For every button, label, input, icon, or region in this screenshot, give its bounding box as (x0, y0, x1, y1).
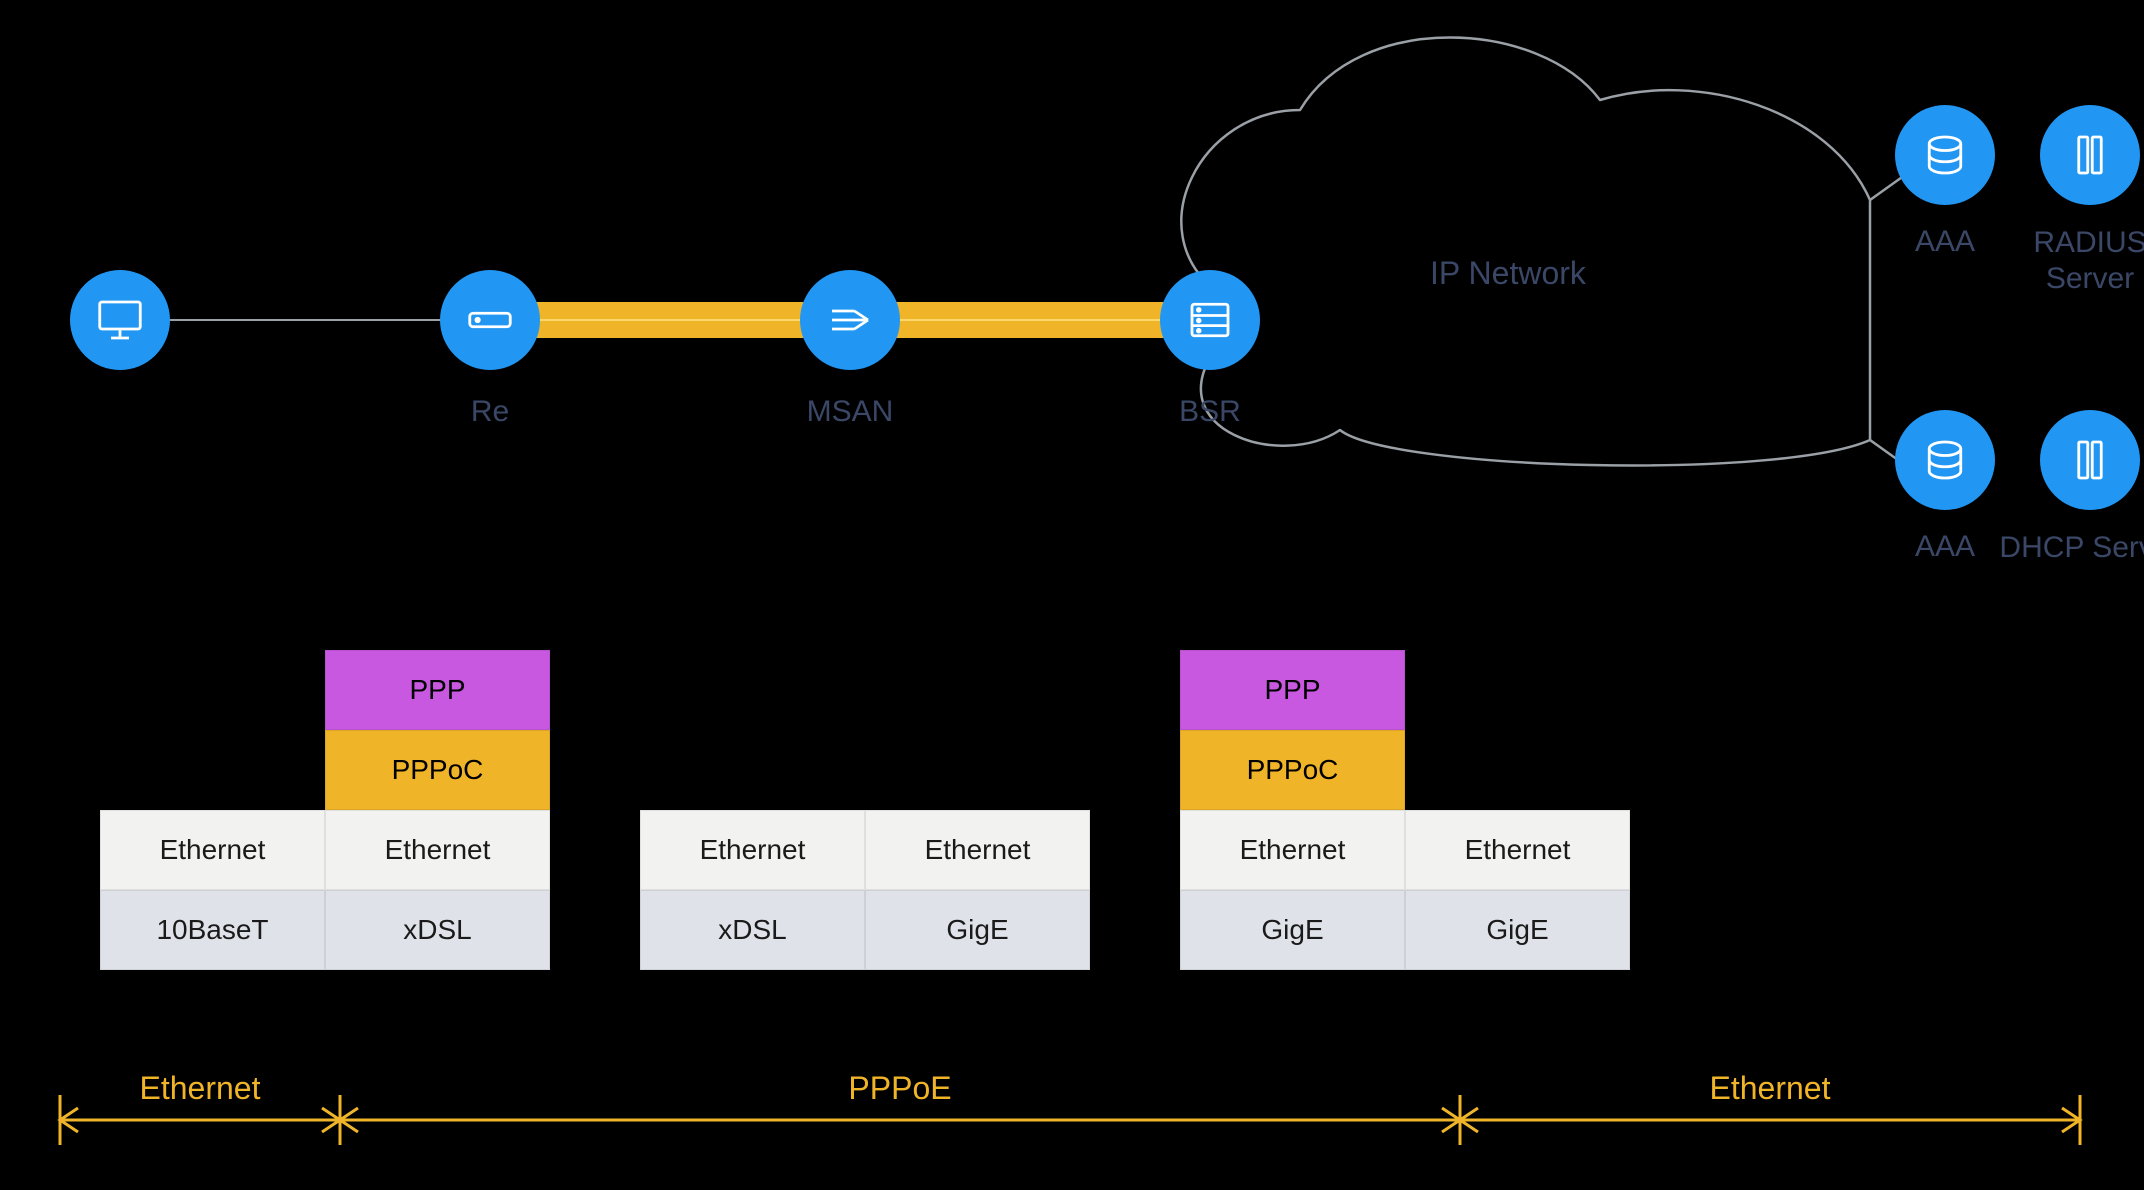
server-aaa-top (1895, 105, 1995, 205)
rack-icon (2063, 433, 2117, 487)
stack-cell: xDSL (325, 890, 550, 970)
server-dhcp (2040, 410, 2140, 510)
msan-label: MSAN (750, 395, 950, 429)
stack-cell: PPPoC (1180, 730, 1405, 810)
stack-cell: GigE (1405, 890, 1630, 970)
stack-cell: Ethernet (865, 810, 1090, 890)
stack-cell: Ethernet (100, 810, 325, 890)
stack-cell: GigE (1180, 890, 1405, 970)
bsr-node (1160, 270, 1260, 370)
re-label: Re (390, 395, 590, 429)
cloud-label: IP Network (1430, 255, 1586, 292)
background-svg (0, 0, 2144, 1190)
range-left: Ethernet (140, 1070, 261, 1107)
modem-icon (463, 293, 517, 347)
range-middle: PPPoE (848, 1070, 951, 1107)
stack-cell: Ethernet (325, 810, 550, 890)
switch-icon (823, 293, 877, 347)
diagram-canvas: Re MSAN BSR IP Network AAA (0, 0, 2144, 1190)
stack-mid: Ethernet xDSL Ethernet GigE (640, 650, 1090, 970)
stack-cell: PPP (1180, 650, 1405, 730)
server-radius-label: RADIUS Server (1990, 225, 2144, 297)
database-icon (1918, 128, 1972, 182)
re-node (440, 270, 540, 370)
stack-cell: PPP (325, 650, 550, 730)
server-dhcp-label: DHCP Server (1990, 530, 2144, 566)
server-radius (2040, 105, 2140, 205)
msan-node (800, 270, 900, 370)
stack-cell: GigE (865, 890, 1090, 970)
router-icon (1183, 293, 1237, 347)
stack-cell: PPPoC (325, 730, 550, 810)
client-node (70, 270, 170, 370)
stack-cell: Ethernet (640, 810, 865, 890)
server-aaa-bot (1895, 410, 1995, 510)
stack-cell: Ethernet (1405, 810, 1630, 890)
rack-icon (2063, 128, 2117, 182)
bsr-label: BSR (1110, 395, 1310, 429)
stack-cell: Ethernet (1180, 810, 1405, 890)
database-icon (1918, 433, 1972, 487)
stack-right: PPP PPPoC Ethernet GigE Ethernet GigE (1180, 650, 1630, 970)
stack-cell: 10BaseT (100, 890, 325, 970)
stack-left: Ethernet 10BaseT PPP PPPoC Ethernet xDSL (100, 650, 550, 970)
range-right: Ethernet (1710, 1070, 1831, 1107)
stack-cell: xDSL (640, 890, 865, 970)
monitor-icon (93, 293, 147, 347)
